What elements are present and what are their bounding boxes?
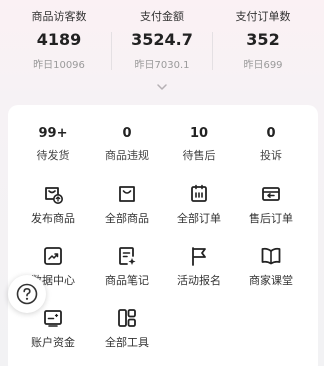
status-label: 待售后 xyxy=(182,149,216,162)
tool-all-products[interactable]: 全部商品 xyxy=(92,183,162,226)
status-label: 商品违规 xyxy=(105,149,149,162)
flag-icon xyxy=(192,247,206,266)
shortcut-card: 99+ 待发货 0 商品违规 10 待售后 0 投诉 发布商品 全部商品 全部订… xyxy=(8,105,318,366)
stats-summary: 商品访客数 4189 昨日10096 支付金额 3524.7 昨日7030.1 … xyxy=(0,0,324,80)
tool-publish-product[interactable]: 发布商品 xyxy=(18,183,88,226)
stat-label: 商品访客数 xyxy=(31,10,87,23)
status-count: 99+ xyxy=(38,126,68,141)
tool-merchant-class[interactable]: 商家课堂 xyxy=(236,245,306,288)
trend-chart-icon xyxy=(44,247,62,265)
bag-icon xyxy=(119,186,135,202)
stat-previous: 昨日7030.1 xyxy=(134,60,190,71)
tool-after-sales-orders[interactable]: 售后订单 xyxy=(236,183,306,226)
chevron-down-icon[interactable] xyxy=(154,80,170,94)
question-icon xyxy=(16,283,38,305)
tool-label: 账户资金 xyxy=(31,336,75,349)
tool-label: 商家课堂 xyxy=(249,274,293,287)
stat-previous: 昨日10096 xyxy=(33,60,85,71)
tool-product-notes[interactable]: 商品笔记 xyxy=(92,245,162,288)
status-count: 0 xyxy=(122,126,132,141)
publish-product-icon xyxy=(45,187,63,204)
tool-label: 售后订单 xyxy=(249,212,293,225)
stat-value: 352 xyxy=(246,30,280,49)
status-label: 待发货 xyxy=(36,149,70,162)
note-icon xyxy=(119,247,136,265)
stat-value: 4189 xyxy=(36,30,82,49)
tools-grid-icon xyxy=(118,309,136,327)
stat-value: 3524.7 xyxy=(131,30,193,49)
stat-label: 支付订单数 xyxy=(235,10,291,23)
status-pending-shipment[interactable]: 99+ 待发货 xyxy=(18,126,88,163)
tool-label: 活动报名 xyxy=(177,274,221,287)
tool-label: 全部工具 xyxy=(105,336,149,349)
tool-label: 发布商品 xyxy=(31,212,75,225)
help-button[interactable] xyxy=(8,275,46,313)
tool-label: 商品笔记 xyxy=(105,274,149,287)
order-list-icon xyxy=(191,184,207,202)
status-label: 投诉 xyxy=(260,149,282,162)
stat-previous: 昨日699 xyxy=(243,60,283,71)
status-pending-after-sales[interactable]: 10 待售后 xyxy=(164,126,234,163)
wallet-icon xyxy=(44,310,62,327)
tool-all-tools[interactable]: 全部工具 xyxy=(92,307,162,350)
status-complaints[interactable]: 0 投诉 xyxy=(236,126,306,163)
tool-label: 全部订单 xyxy=(177,212,221,225)
status-count: 0 xyxy=(266,126,276,141)
status-product-violation[interactable]: 0 商品违规 xyxy=(92,126,162,163)
book-icon xyxy=(261,247,281,265)
after-sales-icon xyxy=(262,187,280,201)
stat-label: 支付金额 xyxy=(140,10,184,23)
tool-account-funds[interactable]: 账户资金 xyxy=(18,307,88,350)
tool-event-signup[interactable]: 活动报名 xyxy=(164,245,234,288)
status-count: 10 xyxy=(189,126,209,141)
tool-all-orders[interactable]: 全部订单 xyxy=(164,183,234,226)
tool-label: 全部商品 xyxy=(105,212,149,225)
